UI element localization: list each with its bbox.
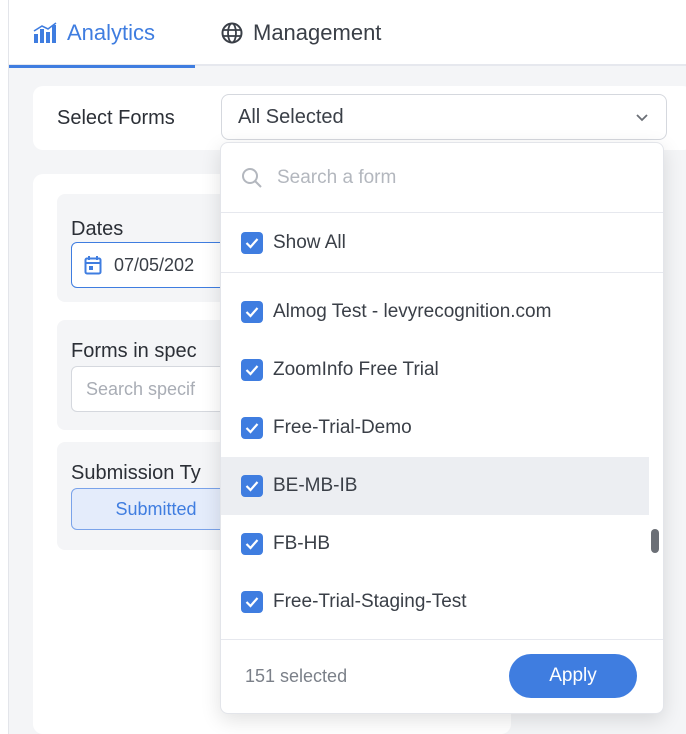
tab-analytics[interactable]: Analytics: [9, 0, 195, 68]
checkbox-checked-icon[interactable]: [241, 231, 263, 254]
list-item-label: Free-Trial-Staging-Test: [273, 591, 467, 612]
dropdown-footer: 151 selected Apply: [221, 639, 663, 713]
select-forms-bar: Select Forms All Selected: [33, 86, 686, 150]
list-item-label: FB-HB: [273, 533, 330, 554]
list-item-label: ZoomInfo Free Trial: [273, 359, 439, 380]
list-item[interactable]: Free-Trial-Demo: [221, 399, 649, 457]
tab-management[interactable]: Management: [197, 0, 405, 66]
submitted-button[interactable]: Submitted: [71, 488, 241, 530]
show-all-option[interactable]: Show All: [221, 213, 663, 273]
dates-title: Dates: [71, 218, 124, 240]
calendar-icon: [84, 256, 102, 275]
form-list: Almog Test - levyrecognition.com ZoomInf…: [221, 283, 649, 631]
tab-analytics-label: Analytics: [67, 20, 156, 45]
chevron-down-icon: [636, 114, 648, 122]
list-item[interactable]: ZoomInfo Free Trial: [221, 341, 649, 399]
checkbox-checked-icon[interactable]: [241, 417, 263, 439]
forms-spec-title: Forms in spec: [71, 340, 197, 362]
bar-chart-icon: [33, 22, 57, 43]
list-item-label: Almog Test - levyrecognition.com: [273, 301, 552, 322]
date-value: 07/05/202: [114, 254, 195, 275]
search-icon: [242, 167, 262, 188]
checkbox-checked-icon[interactable]: [241, 475, 263, 497]
list-item[interactable]: BE-MB-IB: [221, 457, 649, 515]
search-specific-placeholder: Search specif: [86, 378, 196, 399]
scrollbar-thumb[interactable]: [651, 529, 659, 553]
tab-bar: Analytics Management: [9, 0, 686, 68]
submission-type-title: Submission Ty: [71, 462, 201, 484]
select-forms-label: Select Forms: [57, 106, 175, 129]
checkbox-checked-icon[interactable]: [241, 301, 263, 323]
forms-dropdown-menu: Show All Almog Test - levyrecognition.co…: [220, 142, 664, 714]
selected-count: 151 selected: [245, 666, 348, 686]
select-forms-dropdown[interactable]: All Selected: [221, 94, 667, 140]
list-item-label: BE-MB-IB: [273, 475, 358, 496]
form-search-bar: [221, 143, 663, 213]
globe-icon: [221, 22, 243, 44]
form-search-input[interactable]: [275, 165, 635, 190]
apply-button[interactable]: Apply: [509, 654, 637, 698]
list-item[interactable]: FB-HB: [221, 515, 649, 573]
list-item[interactable]: Free-Trial-Staging-Test: [221, 573, 649, 631]
checkbox-checked-icon[interactable]: [241, 591, 263, 613]
checkbox-checked-icon[interactable]: [241, 359, 263, 381]
select-forms-value: All Selected: [238, 105, 344, 128]
show-all-label: Show All: [273, 231, 346, 253]
list-scrollbar[interactable]: [649, 283, 661, 635]
checkbox-checked-icon[interactable]: [241, 533, 263, 555]
tab-management-label: Management: [253, 20, 382, 45]
list-item[interactable]: Almog Test - levyrecognition.com: [221, 283, 649, 341]
list-item-label: Free-Trial-Demo: [273, 417, 412, 438]
submitted-label: Submitted: [115, 498, 197, 519]
